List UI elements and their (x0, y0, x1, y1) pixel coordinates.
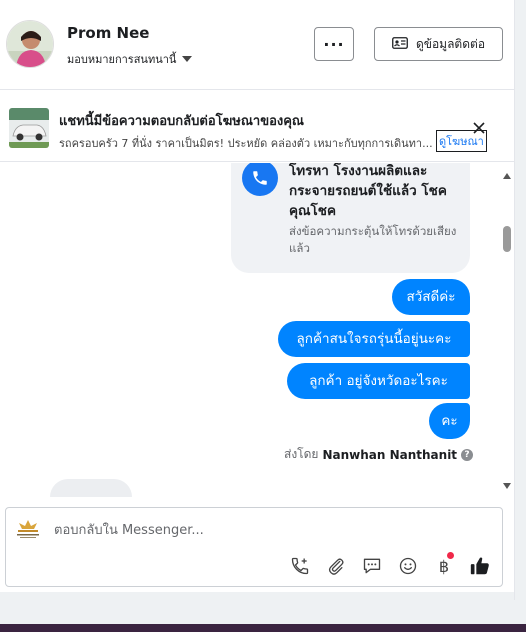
window-right-edge (514, 0, 526, 600)
view-contact-button[interactable]: ดูข้อมูลติดต่อ (374, 27, 503, 61)
scroll-down-arrow-icon[interactable] (503, 483, 511, 489)
call-request-card: โทรหา โรงงานผลิตและกระจายรถยนต์ใช้แล้ว โ… (231, 163, 470, 273)
scroll-up-arrow-icon[interactable] (503, 173, 511, 179)
message-bubble[interactable]: ลูกค้าสนใจรถรุ่นนี้อยู่นะคะ (278, 321, 470, 357)
contact-card-icon (392, 36, 408, 52)
paperclip-icon[interactable] (324, 554, 348, 578)
composer-toolbar: ฿ (288, 552, 492, 578)
message-thread[interactable]: โทรหา โรงงานผลิตและกระจายรถยนต์ใช้แล้ว โ… (0, 163, 526, 497)
message-bubble[interactable]: สวัสดีค่ะ (392, 279, 470, 315)
scrollbar-thumb[interactable] (503, 226, 511, 252)
assign-conversation[interactable]: มอบหมายการสนทนานี้ (67, 50, 193, 68)
reply-input[interactable] (54, 520, 484, 540)
ad-thumbnail[interactable] (9, 108, 49, 148)
notification-dot (447, 552, 454, 559)
desktop-taskbar (0, 624, 526, 632)
thumbs-up-icon[interactable] (468, 554, 492, 578)
view-contact-label: ดูข้อมูลติดต่อ (415, 36, 486, 51)
caret-down-icon[interactable] (182, 56, 193, 62)
user-name: Prom Nee (67, 24, 150, 42)
phone-icon (242, 163, 278, 196)
payment-baht-icon[interactable]: ฿ (432, 552, 456, 578)
saved-replies-icon[interactable] (360, 554, 384, 578)
more-options-button[interactable]: ··· (314, 27, 354, 61)
ad-reply-banner: แชทนี้มีข้อความตอบกลับต่อโฆษณาของคุณ รถค… (0, 90, 526, 162)
ad-title: แชทนี้มีข้อความตอบกลับต่อโฆษณาของคุณ (59, 114, 304, 129)
message-bubble[interactable]: ลูกค้า อยู่จังหวัดอะไรคะ (287, 363, 470, 399)
ad-subtitle: รถครอบครัว 7 ที่นั่ง ราคาเป็นมิตร! ประหย… (59, 137, 433, 150)
call-card-title: โทรหา โรงงานผลิตและกระจายรถยนต์ใช้แล้ว โ… (289, 163, 447, 219)
conversation-header: Prom Nee มอบหมายการสนทนานี้ ··· ดูข้อมูล… (0, 0, 526, 90)
reply-composer: ฿ (5, 507, 503, 587)
help-icon[interactable]: ? (461, 448, 474, 461)
sent-by-prefix: ส่งโดย (284, 447, 319, 461)
assign-label: มอบหมายการสนทนานี้ (67, 53, 177, 66)
page-logo (14, 518, 42, 540)
call-card-subtitle: ส่งข้อความกระตุ้นให้โทรด้วยเสียงแล้ว (289, 224, 457, 255)
emoji-icon[interactable] (396, 554, 420, 578)
close-icon[interactable] (472, 120, 486, 134)
sender-name: Nanwhan Nanthanit (322, 447, 458, 462)
add-call-icon[interactable] (288, 554, 312, 578)
avatar[interactable] (6, 20, 54, 68)
window-background (0, 592, 526, 624)
incoming-bubble-partial (50, 479, 132, 497)
message-bubble[interactable]: คะ (429, 403, 470, 439)
baht-symbol: ฿ (438, 556, 450, 576)
sent-by: ส่งโดย Nanwhan Nanthanit ? (284, 445, 474, 464)
